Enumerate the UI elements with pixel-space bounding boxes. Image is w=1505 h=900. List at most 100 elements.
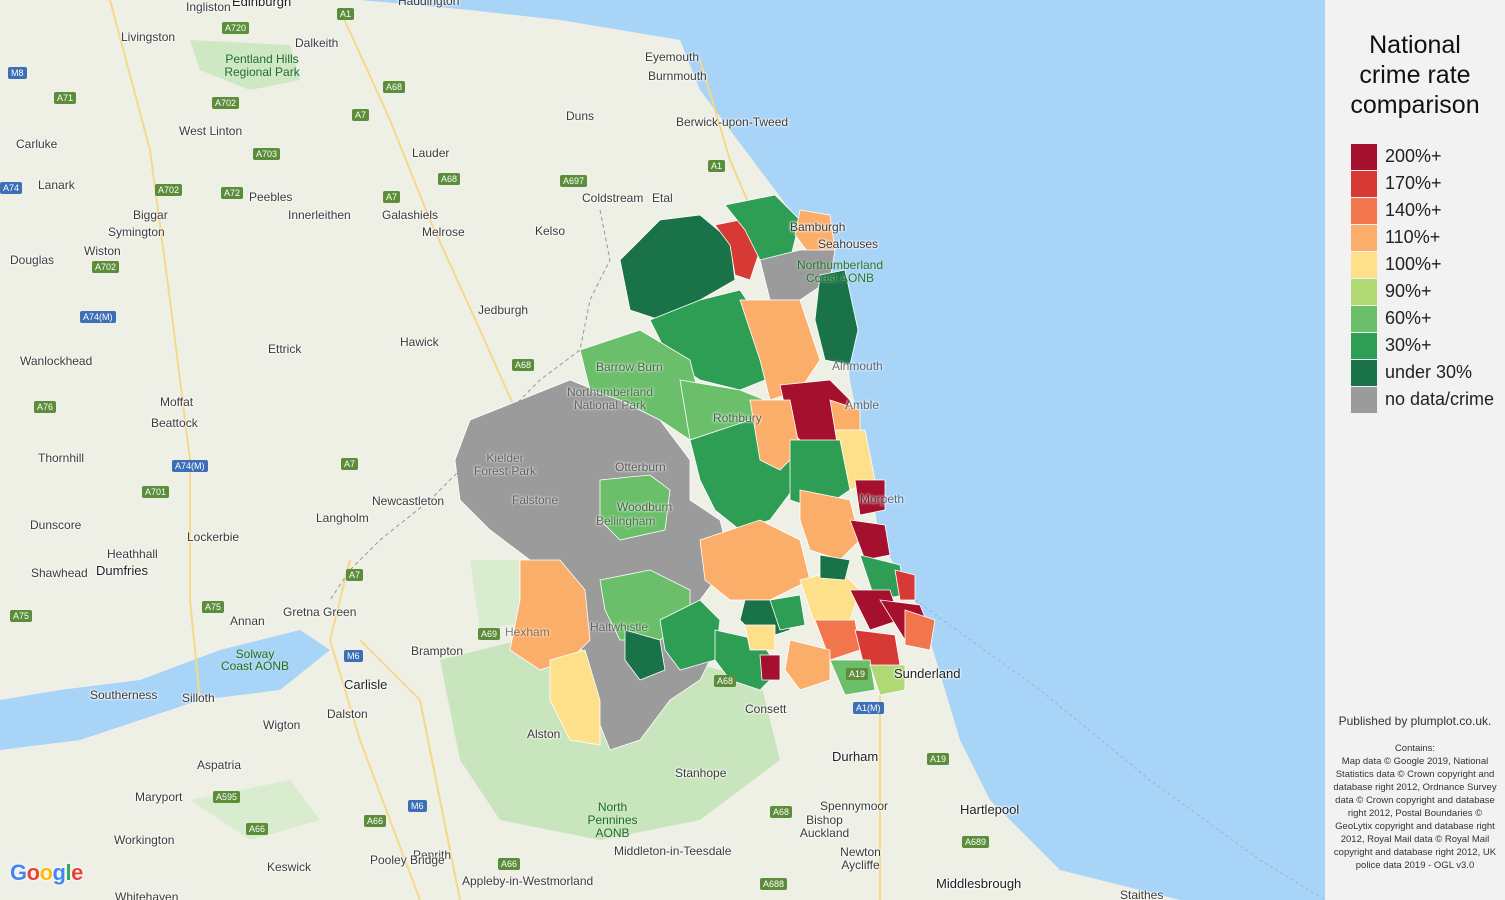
place-label: Wigton bbox=[263, 718, 301, 732]
legend-panel: National crime rate comparison 200%+ 170%… bbox=[1325, 0, 1505, 900]
place-label: Peebles bbox=[249, 190, 293, 204]
place-label: Middlesbrough bbox=[936, 876, 1022, 891]
place-label: Burnmouth bbox=[648, 69, 707, 83]
legend-swatch bbox=[1351, 305, 1377, 332]
place-label: Langholm bbox=[316, 511, 369, 525]
legend-label: 200%+ bbox=[1385, 146, 1442, 166]
place-label: Lanark bbox=[38, 178, 75, 192]
legend-title-line: National bbox=[1369, 31, 1461, 59]
place-label: Moffat bbox=[160, 395, 194, 409]
place-label: Maryport bbox=[135, 790, 183, 804]
place-label: Pentland Hills Regional Park bbox=[224, 52, 300, 79]
place-label: Staithes bbox=[1120, 888, 1164, 900]
place-label: Aspatria bbox=[197, 758, 242, 772]
place-label: Newcastleton bbox=[372, 494, 445, 508]
road-label: A702 bbox=[92, 261, 120, 273]
road-label: A688 bbox=[760, 878, 788, 890]
place-label: Northumberland Coast AONB bbox=[796, 258, 884, 285]
legend-item: 30%+ bbox=[1351, 332, 1494, 359]
place-label: Thornhill bbox=[38, 451, 85, 465]
road-label: A66 bbox=[246, 823, 269, 835]
legend-item: under 30% bbox=[1351, 359, 1494, 386]
place-label: Carluke bbox=[16, 137, 58, 151]
place-label: Berwick-upon-Tweed bbox=[676, 115, 789, 129]
legend-title-line: comparison bbox=[1350, 91, 1480, 119]
place-label: Silloth bbox=[182, 691, 215, 705]
place-label: Solway Coast AONB bbox=[220, 647, 290, 673]
credits-heading: Contains: bbox=[1394, 743, 1436, 754]
legend-label: 90%+ bbox=[1385, 281, 1432, 301]
road-label: A720 bbox=[222, 22, 250, 34]
place-label: Lockerbie bbox=[187, 530, 240, 544]
road-label: A697 bbox=[560, 175, 588, 187]
road-label: A703 bbox=[253, 148, 281, 160]
legend-title: National crime rate comparison bbox=[1325, 30, 1505, 120]
legend-label: 30%+ bbox=[1385, 335, 1432, 355]
google-logo: Google bbox=[10, 860, 83, 885]
place-label: Eyemouth bbox=[645, 50, 700, 64]
place-label: Kelso bbox=[535, 224, 566, 238]
place-label: Falstone bbox=[512, 493, 559, 507]
legend-item: no data/crime bbox=[1351, 386, 1494, 413]
road-label: A7 bbox=[383, 191, 401, 203]
data-credits: Contains: Map data © Google 2019, Nation… bbox=[1331, 742, 1499, 872]
place-label: Barrow Burn bbox=[596, 360, 663, 374]
place-label: Haddington bbox=[398, 0, 460, 8]
legend-item: 200%+ bbox=[1351, 143, 1494, 170]
legend-item: 170%+ bbox=[1351, 170, 1494, 197]
place-label: Dalkeith bbox=[295, 36, 339, 50]
region-red-prudhoe bbox=[759, 654, 781, 681]
road-label: A75 bbox=[10, 610, 33, 622]
legend-label: 140%+ bbox=[1385, 200, 1442, 220]
legend-swatch bbox=[1351, 197, 1377, 224]
place-label: Sunderland bbox=[894, 666, 961, 681]
road-label: A68 bbox=[383, 81, 406, 93]
road-label: A76 bbox=[34, 401, 57, 413]
road-label: A19 bbox=[927, 753, 950, 765]
place-label: Edinburgh bbox=[232, 0, 292, 9]
place-label: Ingliston bbox=[186, 0, 231, 14]
place-label: Bellingham bbox=[596, 514, 656, 528]
place-label: Morpeth bbox=[860, 492, 905, 506]
place-label: Appleby-in-Westmorland bbox=[462, 874, 594, 888]
place-label: Bishop Auckland bbox=[799, 813, 850, 840]
legend-swatch bbox=[1351, 170, 1377, 197]
place-label: Douglas bbox=[10, 253, 55, 267]
road-label: A74 bbox=[0, 182, 23, 194]
legend-swatch bbox=[1351, 251, 1377, 278]
road-label: A689 bbox=[962, 836, 990, 848]
place-label: Consett bbox=[745, 702, 787, 716]
place-label: Kielder Forest Park bbox=[473, 451, 536, 478]
legend-item: 110%+ bbox=[1351, 224, 1494, 251]
place-label: Middleton-in-Teesdale bbox=[614, 844, 732, 858]
place-label: Symington bbox=[108, 225, 165, 239]
place-label: Dumfries bbox=[96, 563, 149, 578]
road-label: A595 bbox=[213, 791, 241, 803]
legend-item: 60%+ bbox=[1351, 305, 1494, 332]
place-label: Beattock bbox=[151, 416, 198, 430]
place-label: Spennymoor bbox=[820, 799, 889, 813]
place-label: Keswick bbox=[267, 860, 312, 874]
place-label: Pooley Bridge bbox=[370, 853, 445, 867]
road-label: A1 bbox=[708, 160, 726, 172]
legend-label: 100%+ bbox=[1385, 254, 1442, 274]
place-label: Galashiels bbox=[382, 208, 439, 222]
place-label: Carlisle bbox=[344, 677, 388, 692]
place-label: Biggar bbox=[133, 208, 168, 222]
legend-item: 100%+ bbox=[1351, 251, 1494, 278]
road-label: M8 bbox=[8, 67, 27, 79]
road-label: A7 bbox=[341, 458, 359, 470]
legend-swatch bbox=[1351, 386, 1377, 413]
place-label: Wanlockhead bbox=[20, 354, 93, 368]
credits-text: Map data © Google 2019, National Statist… bbox=[1333, 756, 1497, 871]
crime-rate-map[interactable]: Edinburgh Ingliston Haddington Livingsto… bbox=[0, 0, 1325, 900]
place-label: Livingston bbox=[121, 30, 176, 44]
road-label: A68 bbox=[770, 806, 793, 818]
place-label: Hawick bbox=[400, 335, 439, 349]
road-label: A68 bbox=[438, 173, 461, 185]
place-label: Hexham bbox=[505, 625, 550, 639]
legend-title-line: crime rate bbox=[1359, 61, 1471, 89]
legend-label: under 30% bbox=[1385, 362, 1473, 382]
road-label: A702 bbox=[212, 97, 240, 109]
road-label: A68 bbox=[512, 359, 535, 371]
